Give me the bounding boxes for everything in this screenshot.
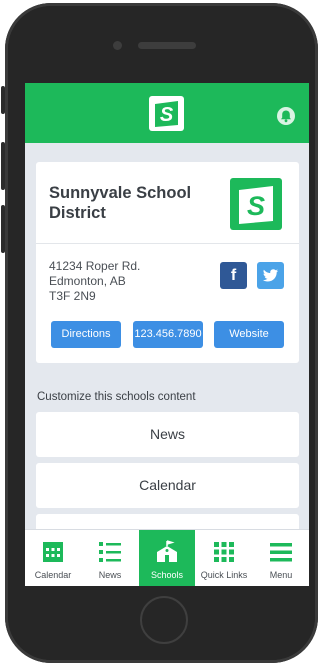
hamburger-icon bbox=[270, 543, 292, 562]
home-button[interactable] bbox=[140, 596, 188, 644]
volume-up-button bbox=[1, 142, 5, 190]
address-line-3: T3F 2N9 bbox=[49, 289, 96, 303]
phone-button[interactable]: 123.456.7890 bbox=[133, 321, 203, 348]
tab-quick-links[interactable]: Quick Links bbox=[196, 530, 252, 586]
mute-switch bbox=[1, 86, 5, 114]
calendar-icon bbox=[43, 542, 63, 562]
school-address: 41234 Roper Rd. Edmonton, AB T3F 2N9 bbox=[49, 259, 140, 304]
svg-text:S: S bbox=[160, 104, 174, 126]
list-icon bbox=[99, 542, 121, 562]
content-option-calendar[interactable]: Calendar bbox=[36, 463, 299, 508]
tab-schools[interactable]: Schools bbox=[139, 530, 195, 586]
tab-label-quick-links: Quick Links bbox=[200, 570, 248, 580]
bottom-tab-bar: Calendar News Schools Quick Links Menu bbox=[25, 529, 309, 586]
tab-label-news: News bbox=[98, 570, 122, 580]
website-button[interactable]: Website bbox=[214, 321, 284, 348]
content-option-news[interactable]: News bbox=[36, 412, 299, 457]
directions-button[interactable]: Directions bbox=[51, 321, 121, 348]
svg-text:S: S bbox=[247, 191, 265, 221]
tab-label-calendar: Calendar bbox=[34, 570, 72, 580]
app-screen: S Sunnyvale School District S 41234 Rope… bbox=[25, 83, 309, 586]
tab-calendar[interactable]: Calendar bbox=[25, 530, 81, 586]
tab-label-menu: Menu bbox=[269, 570, 293, 580]
tab-menu[interactable]: Menu bbox=[253, 530, 309, 586]
tab-label-schools: Schools bbox=[150, 570, 184, 580]
school-logo-icon: S bbox=[230, 178, 282, 230]
address-line-2: Edmonton, AB bbox=[49, 274, 126, 288]
school-icon bbox=[157, 540, 177, 562]
school-s-logo-icon[interactable]: S bbox=[149, 96, 184, 131]
volume-down-button bbox=[1, 205, 5, 253]
customize-heading: Customize this schools content bbox=[37, 391, 196, 403]
address-line-1: 41234 Roper Rd. bbox=[49, 259, 141, 273]
grid-icon bbox=[214, 542, 234, 562]
twitter-icon[interactable] bbox=[257, 262, 284, 289]
bell-icon[interactable] bbox=[277, 107, 295, 125]
facebook-glyph: f bbox=[230, 267, 237, 284]
divider bbox=[36, 243, 299, 244]
facebook-icon[interactable]: f bbox=[220, 262, 247, 289]
app-header: S bbox=[25, 83, 309, 143]
tab-news[interactable]: News bbox=[82, 530, 138, 586]
school-card: Sunnyvale School District S 41234 Roper … bbox=[36, 162, 299, 363]
school-name: Sunnyvale School District bbox=[49, 184, 192, 222]
front-camera bbox=[113, 41, 122, 50]
earpiece-speaker bbox=[138, 42, 196, 49]
